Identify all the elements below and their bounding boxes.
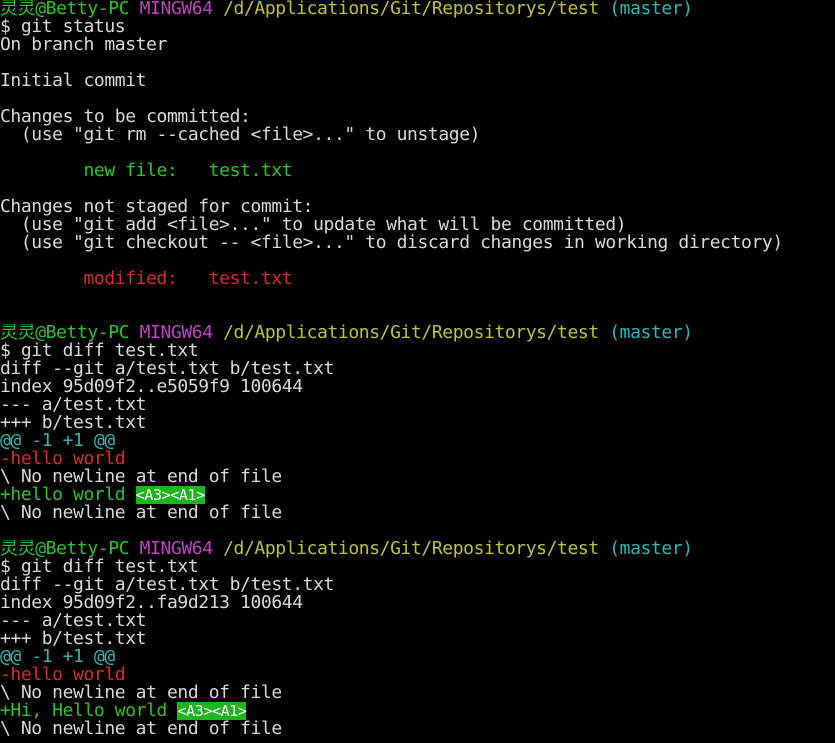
mingw-label: MINGW64 — [139, 324, 224, 342]
output-text: $ git diff test.txt — [0, 558, 199, 576]
terminal-line: On branch master — [0, 36, 835, 54]
terminal-line: Initial commit — [0, 72, 835, 90]
terminal-line: --- a/test.txt — [0, 396, 835, 414]
terminal-line: \ No newline at end of file — [0, 720, 835, 738]
terminal-line: diff --git a/test.txt b/test.txt — [0, 360, 835, 378]
terminal-line: +++ b/test.txt — [0, 414, 835, 432]
output-text: \ No newline at end of file — [0, 504, 282, 522]
output-text: --- a/test.txt — [0, 396, 147, 414]
green-text: 灵灵@Betty-PC — [0, 324, 140, 342]
whitespace-error-highlight: <A3><A1> — [177, 702, 247, 720]
output-text: (use "git checkout -- <file>..." to disc… — [0, 234, 783, 252]
output-text: \ No newline at end of file — [0, 468, 282, 486]
output-text: $ git status — [0, 18, 126, 36]
terminal-line: 灵灵@Betty-PC MINGW64 /d/Applications/Git/… — [0, 540, 835, 558]
red-text: -hello world — [0, 666, 126, 684]
output-text: index 95d09f2..e5059f9 100644 — [0, 378, 303, 396]
terminal-line: (use "git checkout -- <file>..." to disc… — [0, 234, 835, 252]
output-text: Changes to be committed: — [0, 108, 251, 126]
output-text: +++ b/test.txt — [0, 414, 147, 432]
output-text: --- a/test.txt — [0, 612, 147, 630]
terminal-line: 灵灵@Betty-PC MINGW64 /d/Applications/Git/… — [0, 0, 835, 18]
terminal-line: (use "git rm --cached <file>..." to unst… — [0, 126, 835, 144]
path-text: /d/Applications/Git/Repositorys/test — [223, 540, 610, 558]
red-text: -hello world — [0, 450, 126, 468]
terminal-line: 灵灵@Betty-PC MINGW64 /d/Applications/Git/… — [0, 324, 835, 342]
terminal-line: \ No newline at end of file — [0, 684, 835, 702]
terminal-line: Changes not staged for commit: — [0, 198, 835, 216]
cyan-text: (master) — [609, 324, 693, 342]
green-text: +hello world — [0, 486, 136, 504]
terminal-line: new file: test.txt — [0, 162, 835, 180]
terminal-line: --- a/test.txt — [0, 612, 835, 630]
terminal-line: modified: test.txt — [0, 270, 835, 288]
red-text: modified: test.txt — [0, 270, 293, 288]
output-text: diff --git a/test.txt b/test.txt — [0, 360, 334, 378]
terminal-line: (use "git add <file>..." to update what … — [0, 216, 835, 234]
terminal-line: $ git diff test.txt — [0, 558, 835, 576]
whitespace-error-highlight: <A3><A1> — [135, 486, 205, 504]
terminal-window[interactable]: 灵灵@Betty-PC MINGW64 /d/Applications/Git/… — [0, 0, 835, 743]
terminal-line: index 95d09f2..e5059f9 100644 — [0, 378, 835, 396]
terminal-line: diff --git a/test.txt b/test.txt — [0, 576, 835, 594]
path-text: /d/Applications/Git/Repositorys/test — [223, 0, 610, 18]
output-text: +++ b/test.txt — [0, 630, 147, 648]
output-text: \ No newline at end of file — [0, 720, 282, 738]
output-text: Initial commit — [0, 72, 147, 90]
terminal-line: index 95d09f2..fa9d213 100644 — [0, 594, 835, 612]
green-text: 灵灵@Betty-PC — [0, 540, 140, 558]
output-text: (use "git add <file>..." to update what … — [0, 216, 627, 234]
terminal-line: Changes to be committed: — [0, 108, 835, 126]
output-text: (use "git rm --cached <file>..." to unst… — [0, 126, 481, 144]
cyan-text: @@ -1 +1 @@ — [0, 432, 115, 450]
cyan-text: (master) — [609, 540, 693, 558]
path-text: /d/Applications/Git/Repositorys/test — [223, 324, 610, 342]
green-text: new file: test.txt — [0, 162, 293, 180]
mingw-label: MINGW64 — [139, 540, 224, 558]
mingw-label: MINGW64 — [139, 0, 224, 18]
terminal-line: +++ b/test.txt — [0, 630, 835, 648]
terminal-line: +Hi, Hello world <A3><A1> — [0, 702, 835, 720]
cyan-text: (master) — [609, 0, 693, 18]
green-text: 灵灵@Betty-PC — [0, 0, 140, 18]
output-text: $ git diff test.txt — [0, 342, 199, 360]
output-text: index 95d09f2..fa9d213 100644 — [0, 594, 303, 612]
terminal-line: \ No newline at end of file — [0, 468, 835, 486]
output-text: diff --git a/test.txt b/test.txt — [0, 576, 334, 594]
terminal-line: @@ -1 +1 @@ — [0, 648, 835, 666]
green-text: +Hi, Hello world — [0, 702, 178, 720]
terminal-line: -hello world — [0, 666, 835, 684]
output-text: \ No newline at end of file — [0, 684, 282, 702]
output-text: On branch master — [0, 36, 167, 54]
terminal-line: @@ -1 +1 @@ — [0, 432, 835, 450]
terminal-line: -hello world — [0, 450, 835, 468]
output-text: Changes not staged for commit: — [0, 198, 314, 216]
terminal-line: +hello world <A3><A1> — [0, 486, 835, 504]
cyan-text: @@ -1 +1 @@ — [0, 648, 115, 666]
terminal-line: $ git status — [0, 18, 835, 36]
terminal-line: $ git diff test.txt — [0, 342, 835, 360]
terminal-line: \ No newline at end of file — [0, 504, 835, 522]
